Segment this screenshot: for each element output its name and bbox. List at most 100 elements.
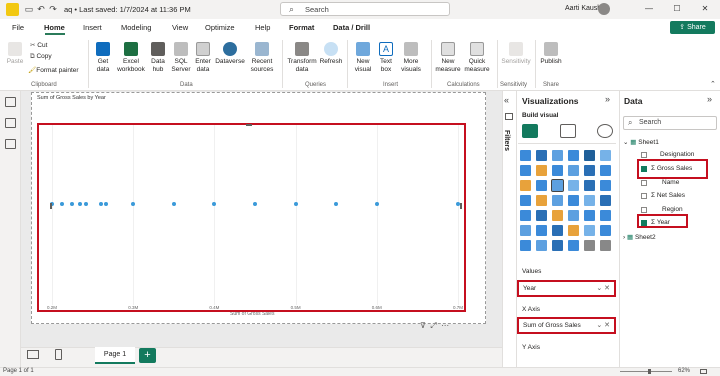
mobile-layout-icon[interactable] bbox=[55, 349, 62, 360]
visual-type-icon[interactable] bbox=[520, 210, 531, 221]
visual-type-icon[interactable] bbox=[520, 240, 531, 251]
values-well-field[interactable]: Year ⌄ ✕ bbox=[517, 280, 616, 297]
field-name-row[interactable]: Name bbox=[662, 179, 679, 186]
table-sheet2[interactable]: › ▦ Sheet2 bbox=[623, 233, 656, 241]
visual-type-icon[interactable] bbox=[552, 225, 563, 236]
tab-home[interactable]: Home bbox=[44, 23, 65, 32]
excel-workbook-button[interactable]: Excel workbook bbox=[116, 42, 146, 73]
new-measure-button[interactable]: New measure bbox=[434, 42, 462, 73]
more-options-icon[interactable]: ⋯ bbox=[441, 321, 449, 330]
resize-handle-top[interactable] bbox=[246, 124, 252, 126]
data-collapse-icon[interactable]: » bbox=[707, 94, 712, 104]
field-checkbox[interactable] bbox=[641, 152, 647, 158]
model-view-icon[interactable] bbox=[5, 139, 16, 149]
visual-type-icon[interactable] bbox=[520, 150, 531, 161]
visual-type-icon[interactable] bbox=[600, 225, 611, 236]
visual-type-icon[interactable] bbox=[568, 225, 579, 236]
analytics-tab-icon[interactable] bbox=[597, 124, 613, 138]
data-search-input[interactable]: ⌕ Search bbox=[623, 116, 717, 130]
publish-button[interactable]: Publish bbox=[538, 42, 564, 66]
visual-type-icon[interactable] bbox=[584, 180, 595, 191]
paste-button[interactable]: Paste bbox=[5, 42, 25, 66]
format-visual-tab-icon[interactable] bbox=[560, 124, 576, 138]
visual-type-icon[interactable] bbox=[600, 195, 611, 206]
minimize-icon[interactable]: — bbox=[640, 3, 658, 15]
visual-type-icon[interactable] bbox=[552, 150, 563, 161]
visual-type-icon[interactable] bbox=[584, 225, 595, 236]
visual-type-icon[interactable] bbox=[552, 195, 563, 206]
visual-type-icon[interactable] bbox=[536, 225, 547, 236]
maximize-icon[interactable]: ☐ bbox=[668, 3, 686, 15]
visual-type-icon[interactable] bbox=[520, 195, 531, 206]
visual-type-icon[interactable] bbox=[584, 195, 595, 206]
add-page-button[interactable]: + bbox=[139, 348, 156, 363]
visual-type-icon[interactable] bbox=[568, 150, 579, 161]
visual-type-icon[interactable] bbox=[568, 180, 579, 191]
zoom-slider-thumb[interactable] bbox=[648, 369, 651, 374]
visual-type-icon[interactable] bbox=[600, 210, 611, 221]
visual-type-icon[interactable] bbox=[536, 240, 547, 251]
ribbon-collapse-icon[interactable]: ⌃ bbox=[710, 80, 716, 88]
visualizations-collapse-icon[interactable]: » bbox=[605, 94, 610, 104]
visual-type-icon[interactable] bbox=[584, 165, 595, 176]
visual-type-icon[interactable] bbox=[520, 180, 531, 191]
title-search-box[interactable]: ⌕ Search bbox=[280, 2, 450, 16]
filters-label[interactable]: Filters bbox=[503, 130, 510, 151]
resize-handle-right[interactable] bbox=[460, 203, 462, 209]
field-net-sales[interactable]: Σ Net Sales bbox=[651, 192, 685, 199]
visual-type-icon[interactable] bbox=[536, 195, 547, 206]
field-checkbox[interactable] bbox=[641, 207, 647, 213]
visual-type-icon[interactable] bbox=[552, 210, 563, 221]
share-button[interactable]: ⇪ Share bbox=[670, 21, 715, 34]
tab-view[interactable]: View bbox=[172, 23, 188, 32]
zoom-slider[interactable] bbox=[620, 371, 672, 372]
visual-type-icon[interactable] bbox=[600, 150, 611, 161]
recent-sources-button[interactable]: Recent sources bbox=[248, 42, 276, 73]
tab-modeling[interactable]: Modeling bbox=[121, 23, 151, 32]
data-hub-button[interactable]: Data hub bbox=[148, 42, 168, 73]
tab-help[interactable]: Help bbox=[255, 23, 270, 32]
quick-measure-button[interactable]: Quick measure bbox=[463, 42, 491, 73]
chevron-down-icon[interactable]: ⌄ ✕ bbox=[596, 321, 610, 329]
filters-collapse-icon[interactable]: « bbox=[504, 95, 509, 105]
redo-icon[interactable]: ↷ bbox=[48, 4, 58, 14]
visual-type-icon[interactable] bbox=[536, 150, 547, 161]
avatar[interactable] bbox=[598, 3, 610, 15]
visual-type-icon[interactable] bbox=[552, 240, 563, 251]
visual-type-icon[interactable] bbox=[568, 210, 579, 221]
save-icon[interactable]: ▭ bbox=[24, 4, 34, 14]
resize-handle-left[interactable] bbox=[50, 203, 52, 209]
visual-type-icon[interactable] bbox=[600, 180, 611, 191]
field-designation[interactable]: Designation bbox=[660, 151, 694, 158]
visual-type-icon[interactable] bbox=[600, 165, 611, 176]
visual-type-icon[interactable] bbox=[520, 225, 531, 236]
tab-insert[interactable]: Insert bbox=[83, 23, 102, 32]
visual-type-icon[interactable] bbox=[584, 210, 595, 221]
field-checkbox[interactable] bbox=[641, 193, 647, 199]
x-axis-well-field[interactable]: Sum of Gross Sales ⌄ ✕ bbox=[517, 317, 616, 334]
tab-file[interactable]: File bbox=[12, 23, 24, 32]
tab-format[interactable]: Format bbox=[289, 23, 314, 32]
transform-data-button[interactable]: Transform data bbox=[286, 42, 318, 73]
visual-type-icon[interactable] bbox=[568, 240, 579, 251]
close-icon[interactable]: ✕ bbox=[696, 3, 714, 15]
desktop-layout-icon[interactable] bbox=[27, 350, 39, 359]
visual-type-icon[interactable] bbox=[552, 165, 563, 176]
focus-mode-icon[interactable]: ⤢ bbox=[430, 321, 436, 330]
tab-data-drill[interactable]: Data / Drill bbox=[333, 23, 370, 32]
build-visual-tab-icon[interactable] bbox=[522, 124, 538, 138]
visual-type-icon[interactable] bbox=[536, 180, 547, 191]
visual-type-icon[interactable] bbox=[600, 240, 611, 251]
field-checkbox[interactable] bbox=[641, 180, 647, 186]
cut-button[interactable]: ✂ Cut bbox=[30, 41, 47, 49]
undo-icon[interactable]: ↶ bbox=[36, 4, 46, 14]
visual-type-icon[interactable] bbox=[551, 179, 564, 192]
new-visual-button[interactable]: New visual bbox=[352, 42, 374, 73]
fit-to-page-icon[interactable] bbox=[700, 369, 707, 374]
field-region[interactable]: Region bbox=[662, 206, 683, 213]
copy-button[interactable]: ⧉ Copy bbox=[30, 53, 52, 61]
enter-data-button[interactable]: Enter data bbox=[194, 42, 212, 73]
visual-type-icon[interactable] bbox=[536, 210, 547, 221]
visual-type-icon[interactable] bbox=[584, 240, 595, 251]
visual-type-icon[interactable] bbox=[584, 150, 595, 161]
